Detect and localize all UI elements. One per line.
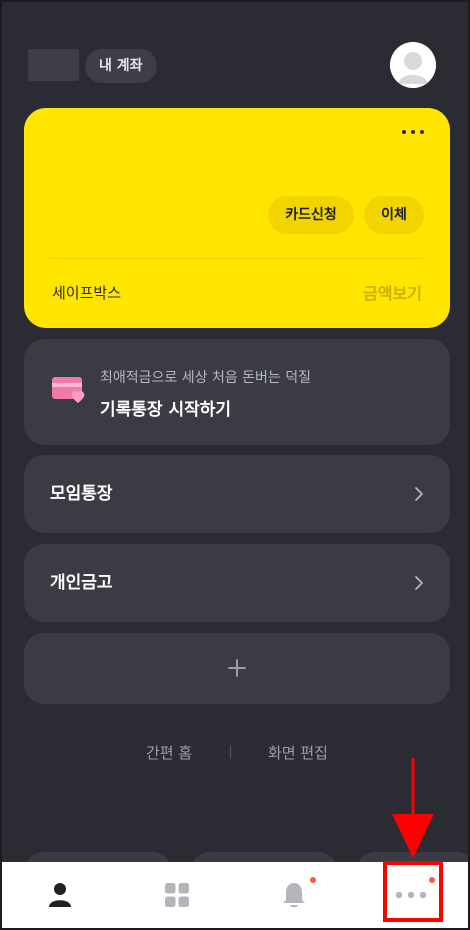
main-account-card[interactable]: 카드신청 이체 세이프박스 금액보기 xyxy=(24,108,450,328)
chevron-right-icon xyxy=(415,487,423,501)
bell-icon xyxy=(283,883,305,908)
group-account-row[interactable]: 모임통장 xyxy=(24,455,450,533)
promo-subtitle: 최애적금으로 세상 처음 돈버는 덕질 xyxy=(100,370,311,386)
link-separator xyxy=(230,745,231,759)
promo-title: 기록통장 시작하기 xyxy=(100,400,232,420)
header: 내 계좌 xyxy=(28,42,436,94)
grid-icon xyxy=(165,883,189,907)
personal-safe-row[interactable]: 개인금고 xyxy=(24,544,450,622)
annotation-highlight-box xyxy=(383,861,443,922)
edit-screen-link[interactable]: 화면 편집 xyxy=(268,742,328,763)
annotation-arrow-icon xyxy=(392,758,434,858)
transfer-button[interactable]: 이체 xyxy=(364,196,424,234)
personal-safe-label: 개인금고 xyxy=(50,573,113,593)
card-apply-button[interactable]: 카드신청 xyxy=(268,196,354,234)
plus-icon xyxy=(228,659,246,677)
card-divider xyxy=(50,258,424,259)
view-amount-button[interactable]: 금액보기 xyxy=(363,280,422,304)
chevron-right-icon xyxy=(415,576,423,590)
notification-badge xyxy=(310,877,316,883)
app-screen: 내 계좌 카드신청 이체 세이프박스 금액보기 최애적금으로 세상 처음 돈버는… xyxy=(0,0,470,930)
safebox-label: 세이프박스 xyxy=(52,284,122,302)
account-name-placeholder xyxy=(28,49,79,81)
person-icon xyxy=(49,883,71,907)
nav-notifications-tab[interactable] xyxy=(236,862,352,928)
card-heart-icon xyxy=(52,377,85,403)
promo-banner[interactable]: 최애적금으로 세상 처음 돈버는 덕질 기록통장 시작하기 xyxy=(24,339,450,445)
group-account-label: 모임통장 xyxy=(50,484,113,504)
card-more-icon[interactable] xyxy=(402,126,424,136)
profile-avatar[interactable] xyxy=(390,42,436,88)
easy-home-link[interactable]: 간편 홈 xyxy=(146,742,192,763)
my-account-button[interactable]: 내 계좌 xyxy=(85,49,157,83)
add-item-button[interactable] xyxy=(24,633,450,704)
avatar-icon xyxy=(390,42,436,88)
nav-home-tab[interactable] xyxy=(2,862,118,928)
nav-apps-tab[interactable] xyxy=(119,862,235,928)
